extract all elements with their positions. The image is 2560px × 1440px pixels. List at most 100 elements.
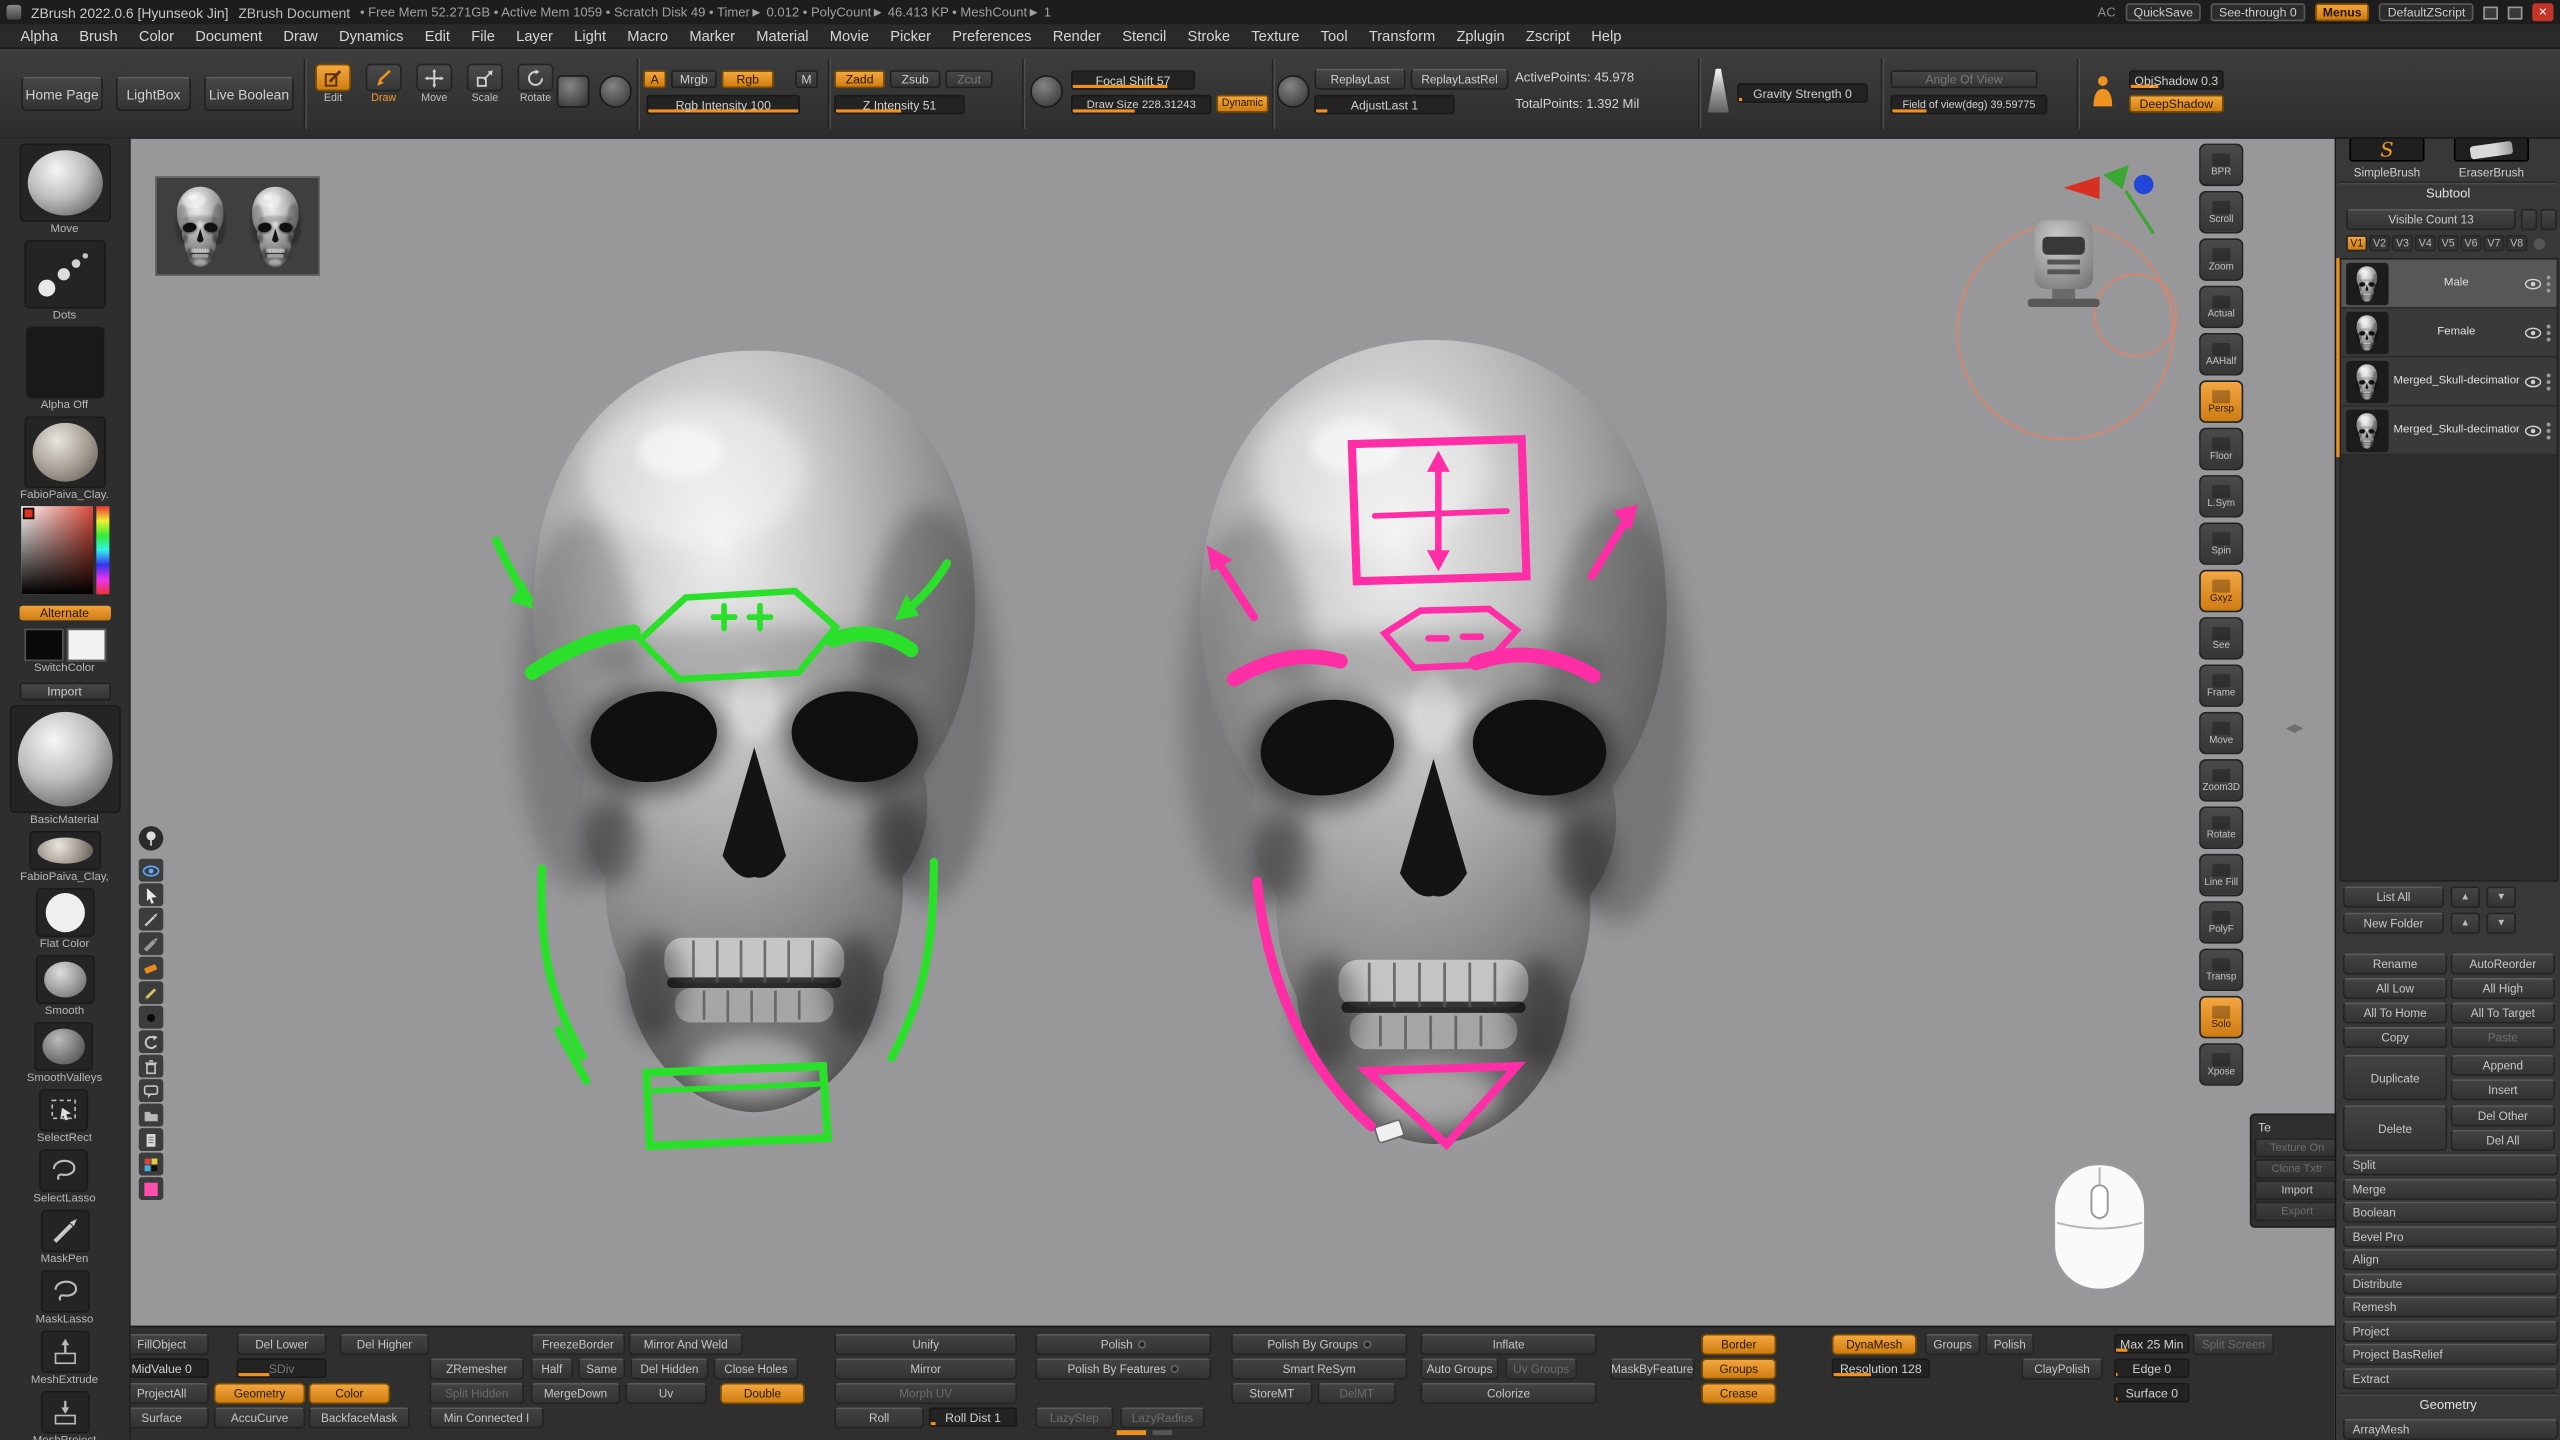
quick-pencil-button[interactable] xyxy=(139,981,163,1004)
mode-rotate-button[interactable]: Rotate xyxy=(516,64,555,105)
shelf-spin-button[interactable]: Spin xyxy=(2199,522,2243,564)
uv-groups-button[interactable]: Uv Groups xyxy=(1505,1358,1577,1379)
menu-stroke[interactable]: Stroke xyxy=(1177,28,1241,44)
tray-flat-color[interactable]: Flat Color xyxy=(35,888,94,955)
polish-button[interactable]: Polish xyxy=(1035,1334,1211,1355)
autoreorder-button[interactable]: AutoReorder xyxy=(2451,953,2555,974)
edge-0-slider[interactable]: Edge 0 xyxy=(2114,1358,2189,1378)
inflate-button[interactable]: Inflate xyxy=(1420,1334,1596,1355)
subtool-mini-icon-a[interactable] xyxy=(2521,209,2537,230)
subtool-palette-header[interactable]: Subtool xyxy=(2336,186,2560,201)
alternate-button[interactable]: Alternate xyxy=(19,606,110,621)
quick-dot-button[interactable] xyxy=(139,1006,163,1029)
menu-dynamics[interactable]: Dynamics xyxy=(328,28,414,44)
surface-0-slider[interactable]: Surface 0 xyxy=(2114,1383,2189,1403)
secondary-color-swatch[interactable] xyxy=(66,629,105,662)
subtool-down-icon[interactable]: ▼ xyxy=(2487,887,2516,908)
colorize-button[interactable]: Colorize xyxy=(1420,1383,1596,1404)
replay-icon[interactable] xyxy=(1277,75,1310,108)
del-higher-button[interactable]: Del Higher xyxy=(340,1334,430,1355)
unify-button[interactable]: Unify xyxy=(834,1334,1017,1355)
shelf-xpose-button[interactable]: Xpose xyxy=(2199,1043,2243,1085)
close-icon[interactable]: × xyxy=(2532,3,2553,21)
tray-smooth[interactable]: Smooth xyxy=(35,955,94,1022)
quick-cursor-button[interactable] xyxy=(139,883,163,906)
live-boolean-button[interactable]: Live Boolean xyxy=(204,77,294,111)
mode-draw-button[interactable]: Draw xyxy=(364,64,403,105)
paste-button[interactable]: Paste xyxy=(2451,1027,2555,1048)
subtool-up-icon[interactable]: ▲ xyxy=(2451,887,2480,908)
menu-zscript[interactable]: Zscript xyxy=(1515,28,1580,44)
duplicate-button[interactable]: Duplicate xyxy=(2343,1055,2447,1101)
shelf-actual-button[interactable]: Actual xyxy=(2199,286,2243,328)
sculpt-canvas[interactable]: ◀▶ xyxy=(131,139,2335,1326)
z-intensity-slider[interactable]: Z Intensity 51 xyxy=(834,95,965,115)
all-to-target-button[interactable]: All To Target xyxy=(2451,1002,2555,1023)
tray-maskpen[interactable]: MaskPen xyxy=(40,1210,89,1270)
shelf-bpr-button[interactable]: BPR xyxy=(2199,144,2243,186)
shelf-floor-button[interactable]: Floor xyxy=(2199,428,2243,470)
subtool-version-tab-v2[interactable]: V2 xyxy=(2369,235,2390,251)
project-button[interactable]: Project xyxy=(2343,1321,2559,1342)
lazystep-button[interactable]: LazyStep xyxy=(1035,1407,1113,1428)
eraser-brush-thumbnail[interactable] xyxy=(2454,137,2529,161)
alpha-preview-icon[interactable] xyxy=(599,75,632,108)
menu-help[interactable]: Help xyxy=(1581,28,1632,44)
uv-button[interactable]: Uv xyxy=(625,1383,707,1404)
shelf-persp-button[interactable]: Persp xyxy=(2199,380,2243,422)
roll-dist-1-slider[interactable]: Roll Dist 1 xyxy=(929,1407,1017,1427)
rgb-button[interactable]: Rgb xyxy=(722,70,774,88)
min-connected-i-button[interactable]: Min Connected I xyxy=(429,1407,543,1428)
shelf-zoom3d-button[interactable]: Zoom3D xyxy=(2199,759,2243,801)
import-button[interactable]: Import xyxy=(19,682,110,700)
project-basrelief-button[interactable]: Project BasRelief xyxy=(2343,1344,2559,1365)
quick-trash-button[interactable] xyxy=(139,1055,163,1078)
boolean-button[interactable]: Boolean xyxy=(2343,1202,2559,1223)
max-25-min-slider[interactable]: Max 25 Min xyxy=(2114,1334,2189,1354)
tray-divider-handle[interactable]: ◀▶ xyxy=(2286,722,2304,735)
tray-smoothvalleys[interactable]: SmoothValleys xyxy=(27,1022,102,1089)
lazyradius-button[interactable]: LazyRadius xyxy=(1120,1407,1205,1428)
focal-shift-icon[interactable] xyxy=(1030,75,1063,108)
zremesher-button[interactable]: ZRemesher xyxy=(429,1358,524,1379)
menu-movie[interactable]: Movie xyxy=(819,28,879,44)
tray-basicmaterial[interactable]: BasicMaterial xyxy=(9,705,120,831)
bevel-pro-button[interactable]: Bevel Pro xyxy=(2343,1226,2559,1247)
quick-chat-button[interactable] xyxy=(139,1079,163,1102)
shelf-line-fill-button[interactable]: Line Fill xyxy=(2199,854,2243,896)
freezeborder-button[interactable]: FreezeBorder xyxy=(531,1334,626,1355)
del-hidden-button[interactable]: Del Hidden xyxy=(630,1358,708,1379)
subtool-version-tab-v7[interactable]: V7 xyxy=(2483,235,2504,251)
polish-by-groups-button[interactable]: Polish By Groups xyxy=(1231,1334,1407,1355)
obj-shadow-slider[interactable]: ObjShadow 0.3 xyxy=(2129,70,2224,90)
tray-dots[interactable]: Dots xyxy=(24,240,106,327)
storemt-button[interactable]: StoreMT xyxy=(1231,1383,1313,1404)
subtool-version-tab-v8[interactable]: V8 xyxy=(2506,235,2527,251)
new-folder-button[interactable]: New Folder xyxy=(2343,913,2444,934)
shelf-zoom-button[interactable]: Zoom xyxy=(2199,238,2243,280)
folder-up-icon[interactable]: ▲ xyxy=(2451,913,2480,934)
shelf-see-button[interactable]: See xyxy=(2199,617,2243,659)
menu-file[interactable]: File xyxy=(461,28,506,44)
tray-meshproject[interactable]: MeshProject xyxy=(33,1391,97,1440)
draw-size-slider[interactable]: Draw Size 228.31243 xyxy=(1071,95,1211,115)
zcut-button[interactable]: Zcut xyxy=(945,70,992,88)
split-button[interactable]: Split xyxy=(2343,1154,2559,1175)
camera-gnomon[interactable] xyxy=(1958,165,2177,439)
geometry-section-header[interactable]: Geometry xyxy=(2336,1398,2560,1413)
menu-marker[interactable]: Marker xyxy=(679,28,746,44)
replay-last-button[interactable]: ReplayLast xyxy=(1314,69,1405,90)
menu-macro[interactable]: Macro xyxy=(617,28,679,44)
mode-edit-button[interactable]: Edit xyxy=(313,64,352,105)
color-button[interactable]: Color xyxy=(309,1383,391,1404)
visibility-eye-icon[interactable] xyxy=(2524,424,2542,437)
delete-button[interactable]: Delete xyxy=(2343,1105,2447,1151)
border-button[interactable]: Border xyxy=(1701,1334,1776,1355)
insert-button[interactable]: Insert xyxy=(2451,1079,2555,1100)
all-low-button[interactable]: All Low xyxy=(2343,978,2447,999)
adjust-last-slider[interactable]: AdjustLast 1 xyxy=(1314,95,1454,115)
quick-marker-button[interactable] xyxy=(139,932,163,955)
menu-alpha[interactable]: Alpha xyxy=(10,28,69,44)
polish-button[interactable]: Polish xyxy=(1985,1334,2034,1355)
shelf-l-sym-button[interactable]: L.Sym xyxy=(2199,475,2243,517)
